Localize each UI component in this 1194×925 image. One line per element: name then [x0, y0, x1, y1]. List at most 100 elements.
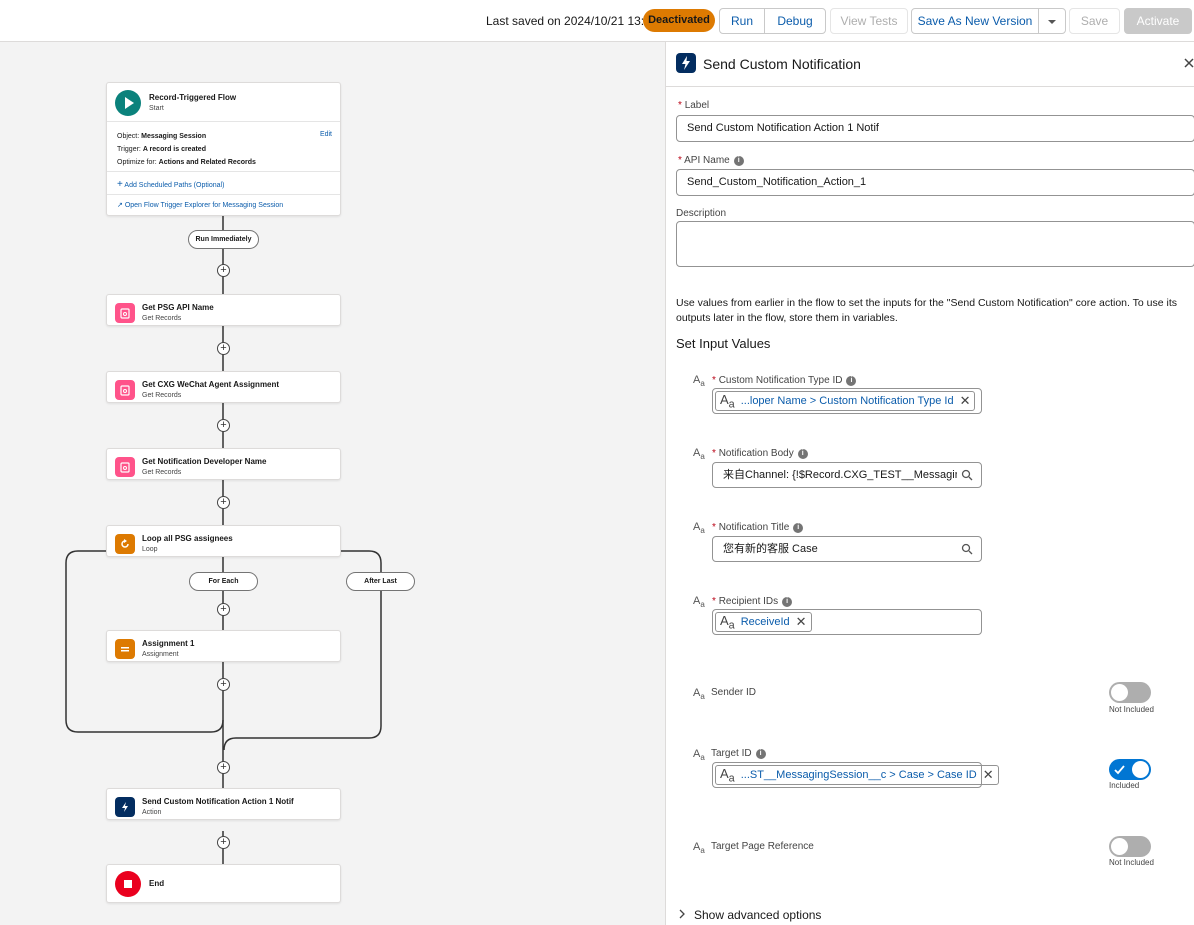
object-value: Messaging Session [141, 133, 207, 140]
debug-button[interactable]: Debug [764, 8, 826, 34]
add-element-button[interactable]: + [217, 603, 230, 616]
node-title: Send Custom Notification Action 1 Notif [142, 797, 294, 806]
add-element-button[interactable]: + [217, 836, 230, 849]
type-id-input[interactable]: Aa ...loper Name > Custom Notification Ty… [712, 388, 982, 414]
get-records-node[interactable]: Get CXG WeChat Agent Assignment Get Reco… [106, 371, 341, 403]
show-advanced-options-toggle[interactable]: Show advanced options [678, 908, 821, 922]
info-icon: i [846, 376, 857, 386]
run-immediately-label[interactable]: Run Immediately [188, 230, 259, 249]
sender-id-toggle-caption: Not Included [1109, 705, 1154, 714]
notification-title-label: * Notification Title i [712, 522, 804, 533]
close-icon[interactable] [1184, 58, 1194, 68]
toolbar: Last saved on 2024/10/21 13:58 Deactivat… [0, 0, 1194, 42]
resource-pill[interactable]: Aa ...ST__MessagingSession__c > Case > Ca… [715, 765, 999, 785]
info-icon: i [797, 449, 808, 459]
node-subtitle: Loop [142, 546, 158, 553]
optimize-value: Actions and Related Records [158, 159, 256, 166]
close-icon[interactable]: ✕ [960, 393, 971, 409]
get-records-icon [115, 303, 135, 323]
recipient-ids-input[interactable]: Aa ReceiveId ✕ [712, 609, 982, 635]
notification-title-input[interactable]: 您有新的客服 Case [712, 536, 982, 562]
info-icon: i [782, 597, 793, 607]
resource-pill[interactable]: Aa ReceiveId ✕ [715, 612, 812, 632]
target-id-input[interactable]: Aa ...ST__MessagingSession__c > Case > Ca… [712, 762, 999, 788]
node-subtitle: Get Records [142, 469, 182, 476]
text-type-icon: Aa [720, 391, 735, 411]
chevron-down-icon [1048, 20, 1056, 24]
action-node[interactable]: Send Custom Notification Action 1 Notif … [106, 788, 341, 820]
get-records-icon [115, 380, 135, 400]
label-field-label: * Label [678, 100, 710, 111]
section-title: Set Input Values [676, 336, 771, 351]
node-subtitle: Assignment [142, 651, 179, 658]
start-node-title: Record-Triggered Flow [149, 93, 237, 102]
save-button[interactable]: Save [1069, 8, 1120, 34]
activate-button[interactable]: Activate [1124, 8, 1192, 34]
notification-body-label: * Notification Body i [712, 448, 808, 459]
get-records-icon [115, 457, 135, 477]
add-scheduled-paths-link[interactable]: + Add Scheduled Paths (Optional) [117, 179, 224, 190]
status-badge: Deactivated [643, 9, 715, 32]
add-element-button[interactable]: + [217, 761, 230, 774]
notification-body-input[interactable]: 来自Channel: {!$Record.CXG_TEST__Messaging… [712, 462, 982, 488]
add-element-button[interactable]: + [217, 342, 230, 355]
info-icon: i [733, 156, 744, 166]
open-trigger-explorer-label: Open Flow Trigger Explorer for Messaging… [124, 202, 284, 209]
close-icon[interactable]: ✕ [983, 767, 994, 783]
edit-link[interactable]: Edit [320, 131, 332, 138]
get-records-node[interactable]: Get PSG API Name Get Records [106, 294, 341, 326]
node-title: Loop all PSG assignees [142, 534, 233, 543]
search-icon [961, 469, 973, 481]
close-icon[interactable]: ✕ [796, 614, 807, 630]
assignment-node[interactable]: Assignment 1 Assignment [106, 630, 341, 662]
target-page-reference-toggle[interactable] [1109, 836, 1151, 857]
add-element-button[interactable]: + [217, 419, 230, 432]
description-label: Description [676, 208, 727, 219]
after-last-label[interactable]: After Last [346, 572, 415, 591]
trigger-value: A record is created [142, 146, 206, 153]
api-name-field-label: * API Name i [678, 155, 744, 166]
external-link-icon: ↗ [117, 202, 123, 209]
label-input[interactable]: Send Custom Notification Action 1 Notif [676, 115, 1194, 142]
node-title: Get Notification Developer Name [142, 457, 267, 466]
loop-node[interactable]: Loop all PSG assignees Loop [106, 525, 341, 557]
loop-icon [115, 534, 135, 554]
text-type-icon: Aa [693, 687, 705, 702]
search-icon [961, 543, 973, 555]
help-text: Use values from earlier in the flow to s… [676, 297, 1178, 324]
type-id-label: * Custom Notification Type ID i [712, 375, 857, 386]
open-trigger-explorer-link[interactable]: ↗ Open Flow Trigger Explorer for Messagi… [117, 201, 283, 209]
text-type-icon: Aa [693, 595, 705, 610]
get-records-node[interactable]: Get Notification Developer Name Get Reco… [106, 448, 341, 480]
sender-id-toggle[interactable] [1109, 682, 1151, 703]
last-saved-text: Last saved on 2024/10/21 13:58 [486, 14, 658, 28]
node-title: End [149, 879, 165, 888]
description-textarea[interactable] [676, 221, 1194, 267]
view-tests-button[interactable]: View Tests [830, 8, 908, 34]
recipient-ids-label: * Recipient IDs i [712, 596, 793, 607]
save-options-dropdown[interactable] [1038, 8, 1066, 34]
add-element-button[interactable]: + [217, 496, 230, 509]
lightning-icon [115, 797, 135, 817]
end-node[interactable]: End [106, 864, 341, 903]
add-element-button[interactable]: + [217, 678, 230, 691]
api-name-input[interactable]: Send_Custom_Notification_Action_1 [676, 169, 1194, 196]
target-id-label: Target ID i [711, 748, 766, 759]
run-button[interactable]: Run [719, 8, 765, 34]
add-element-button[interactable]: + [217, 264, 230, 277]
start-node-subtitle: Start [149, 105, 164, 112]
save-as-new-version-button[interactable]: Save As New Version [911, 8, 1039, 34]
text-type-icon: Aa [693, 521, 705, 536]
flow-canvas[interactable]: Record-Triggered Flow Start Object: Mess… [0, 42, 665, 925]
resource-pill[interactable]: Aa ...loper Name > Custom Notification Ty… [715, 391, 976, 411]
start-node[interactable]: Record-Triggered Flow Start Object: Mess… [106, 82, 341, 216]
properties-panel: Send Custom Notification * Label Send Cu… [665, 42, 1194, 925]
trigger-label: Trigger: [117, 146, 141, 153]
target-id-toggle-caption: Included [1109, 781, 1140, 790]
text-type-icon: Aa [693, 748, 705, 763]
for-each-label[interactable]: For Each [189, 572, 258, 591]
target-id-toggle[interactable] [1109, 759, 1151, 780]
node-title: Assignment 1 [142, 639, 195, 648]
text-type-icon: Aa [693, 447, 705, 462]
add-scheduled-paths-label: Add Scheduled Paths (Optional) [124, 182, 225, 189]
